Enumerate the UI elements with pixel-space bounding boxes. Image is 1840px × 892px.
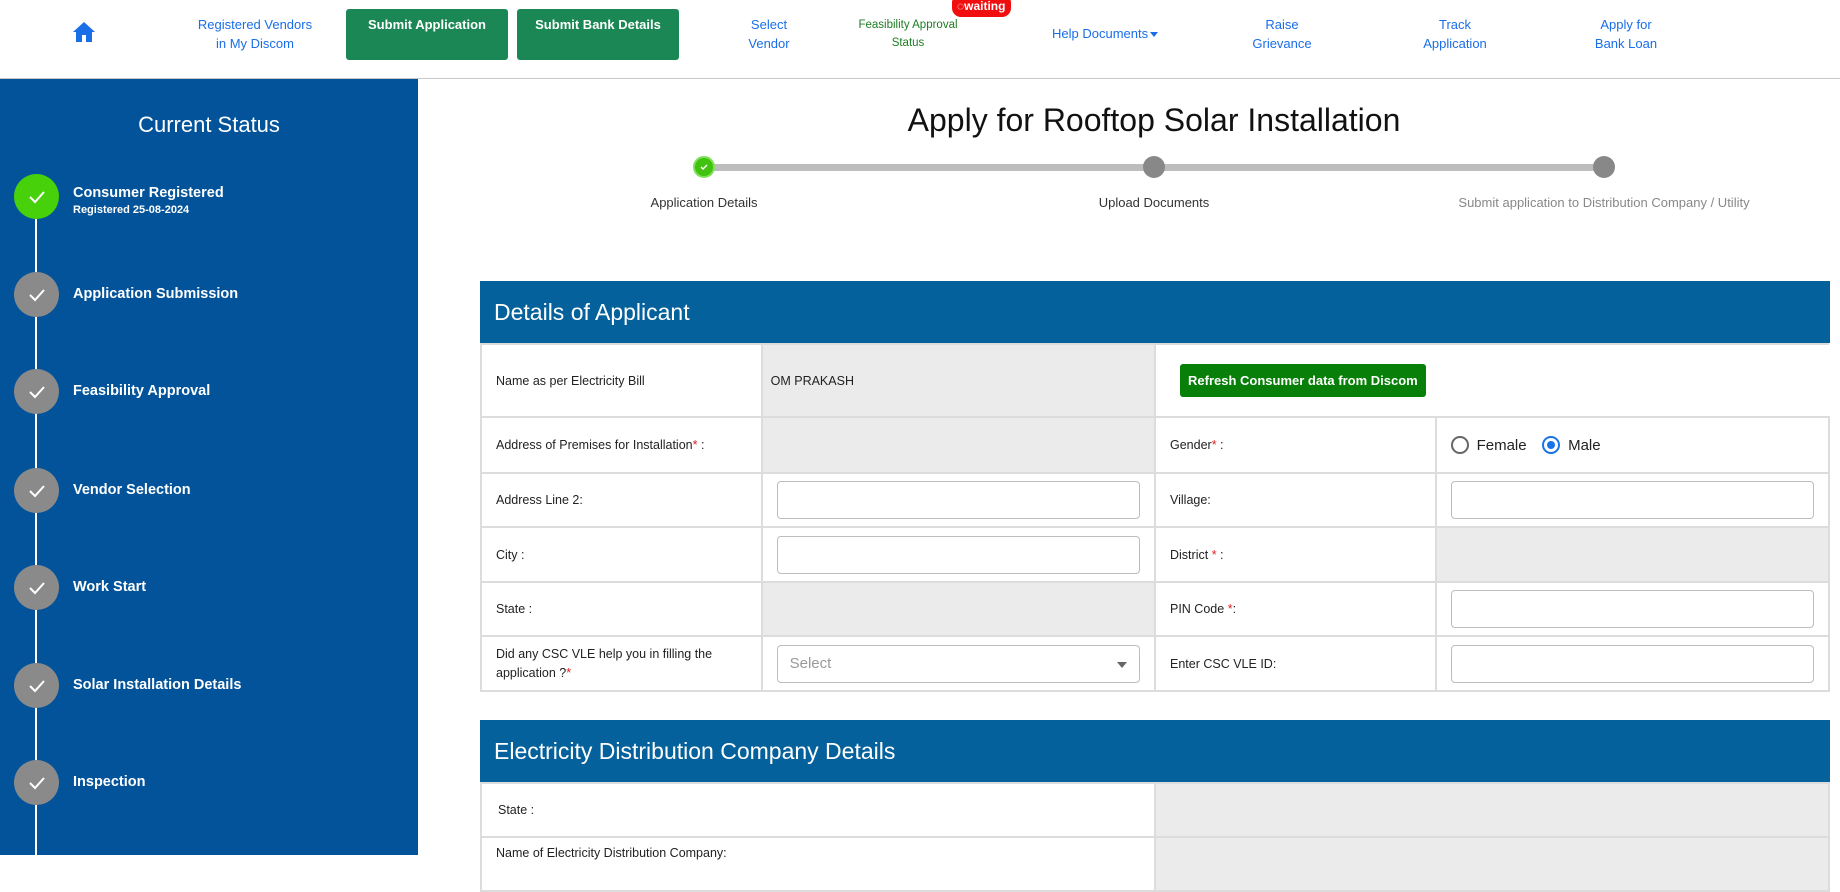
male-label: Male — [1568, 436, 1601, 454]
gender-label: Gender* : — [1154, 416, 1437, 474]
female-label: Female — [1476, 436, 1527, 454]
status-sidebar: Current Status Consumer Registered Regist… — [0, 79, 418, 864]
csc-help-label: Did any CSC VLE help you in filling the … — [480, 635, 763, 692]
name-label: Name as per Electricity Bill — [480, 343, 763, 418]
discom-state-label: State : — [479, 782, 1157, 838]
city-input[interactable] — [776, 535, 1140, 574]
applicant-section-heading: Details of Applicant — [480, 281, 1830, 343]
city-label: City : — [480, 526, 763, 583]
csc-help-select[interactable]: Select — [776, 644, 1140, 683]
status-step: Solar Installation Details — [14, 663, 414, 709]
status-step-label: Solar Installation Details — [73, 677, 242, 693]
applicant-form: Name as per Electricity Bill OM PRAKASH … — [480, 343, 1831, 692]
village-label: Village: — [1154, 472, 1437, 528]
check-icon — [700, 164, 708, 170]
submit-bank-details-button[interactable]: Submit Bank Details — [517, 9, 679, 60]
state-value — [760, 581, 1157, 637]
status-step-label: Work Start — [73, 579, 147, 595]
address-value — [760, 416, 1157, 474]
status-step: Vendor Selection — [14, 468, 414, 514]
district-label: District * : — [1154, 526, 1437, 583]
district-value — [1434, 526, 1831, 583]
check-icon — [14, 174, 59, 219]
caret-down-icon — [1150, 32, 1159, 38]
sidebar-title: Current Status — [138, 112, 280, 137]
nav-raise-grievance[interactable]: Raise Grievance — [1248, 15, 1316, 53]
page-title: Apply for Rooftop Solar Installation — [907, 102, 1401, 138]
address2-label: Address Line 2: — [480, 472, 763, 528]
submit-application-button[interactable]: Submit Application — [346, 9, 508, 60]
gender-radio-group: Female Male — [1434, 416, 1831, 474]
male-radio[interactable] — [1542, 436, 1561, 454]
waiting-badge: ◌waiting — [952, 0, 1012, 17]
nav-select-vendor[interactable]: Select Vendor — [738, 15, 800, 53]
progress-label: Submit application to Distribution Compa… — [1458, 195, 1750, 210]
check-icon — [14, 369, 59, 414]
status-step: Feasibility Approval — [14, 369, 414, 415]
status-step: Application Submission — [14, 272, 414, 318]
pin-code-input[interactable] — [1450, 590, 1814, 628]
progress-label: Application Details — [650, 195, 758, 210]
status-step: Consumer Registered Registered 25-08-2024 — [14, 174, 414, 220]
status-step-label: Consumer Registered — [73, 185, 224, 201]
status-step: Work Start — [14, 565, 414, 611]
nav-apply-bank-loan[interactable]: Apply for Bank Loan — [1590, 15, 1662, 53]
discom-section-heading: Electricity Distribution Company Details — [480, 720, 1830, 782]
status-step-label: Vendor Selection — [73, 482, 191, 498]
progress-track — [704, 164, 1154, 171]
discom-form: State : Name of Electricity Distribution… — [479, 782, 1830, 892]
address-label: Address of Premises for Installation* : — [480, 416, 763, 474]
status-step: Inspection — [14, 760, 414, 806]
check-icon — [14, 272, 59, 317]
discom-company-value — [1154, 836, 1830, 892]
progress-step-pending — [1143, 156, 1165, 178]
progress-step-pending — [1593, 156, 1615, 178]
progress-track — [1154, 164, 1604, 171]
help-documents-label: Help Documents — [1052, 26, 1149, 41]
nav-help-documents[interactable]: Help Documents — [1052, 24, 1159, 43]
check-icon — [14, 663, 59, 708]
check-icon — [14, 565, 59, 610]
address2-input[interactable] — [776, 481, 1140, 519]
nav-track-application[interactable]: Track Application — [1415, 15, 1495, 53]
status-step-date: Registered 25-08-2024 — [73, 204, 190, 216]
pin-label: PIN Code *: — [1154, 581, 1437, 637]
name-value: OM PRAKASH — [760, 343, 1157, 418]
top-nav: Registered Vendors in My Discom Submit A… — [0, 0, 1840, 79]
village-input[interactable] — [1450, 481, 1814, 519]
check-icon — [14, 468, 59, 513]
female-radio[interactable] — [1450, 436, 1469, 454]
status-step-label: Application Submission — [73, 286, 239, 302]
progress-step-done — [693, 156, 715, 178]
dropdown-arrow-icon — [1117, 661, 1127, 668]
home-icon[interactable] — [72, 20, 96, 44]
csc-id-input[interactable] — [1450, 644, 1814, 683]
check-icon — [14, 760, 59, 805]
refresh-consumer-data-button[interactable]: Refresh Consumer data from Discom — [1180, 364, 1426, 397]
csc-id-label: Enter CSC VLE ID: — [1154, 635, 1437, 692]
discom-company-label: Name of Electricity Distribution Company… — [479, 836, 1157, 892]
nav-feasibility-status[interactable]: Feasibility Approval Status — [858, 16, 958, 52]
status-step-label: Inspection — [73, 774, 146, 790]
state-label: State : — [480, 581, 763, 637]
nav-registered-vendors[interactable]: Registered Vendors in My Discom — [193, 15, 317, 53]
status-step-label: Feasibility Approval — [73, 383, 211, 399]
discom-state-value — [1154, 782, 1830, 838]
progress-label: Upload Documents — [1098, 195, 1210, 210]
